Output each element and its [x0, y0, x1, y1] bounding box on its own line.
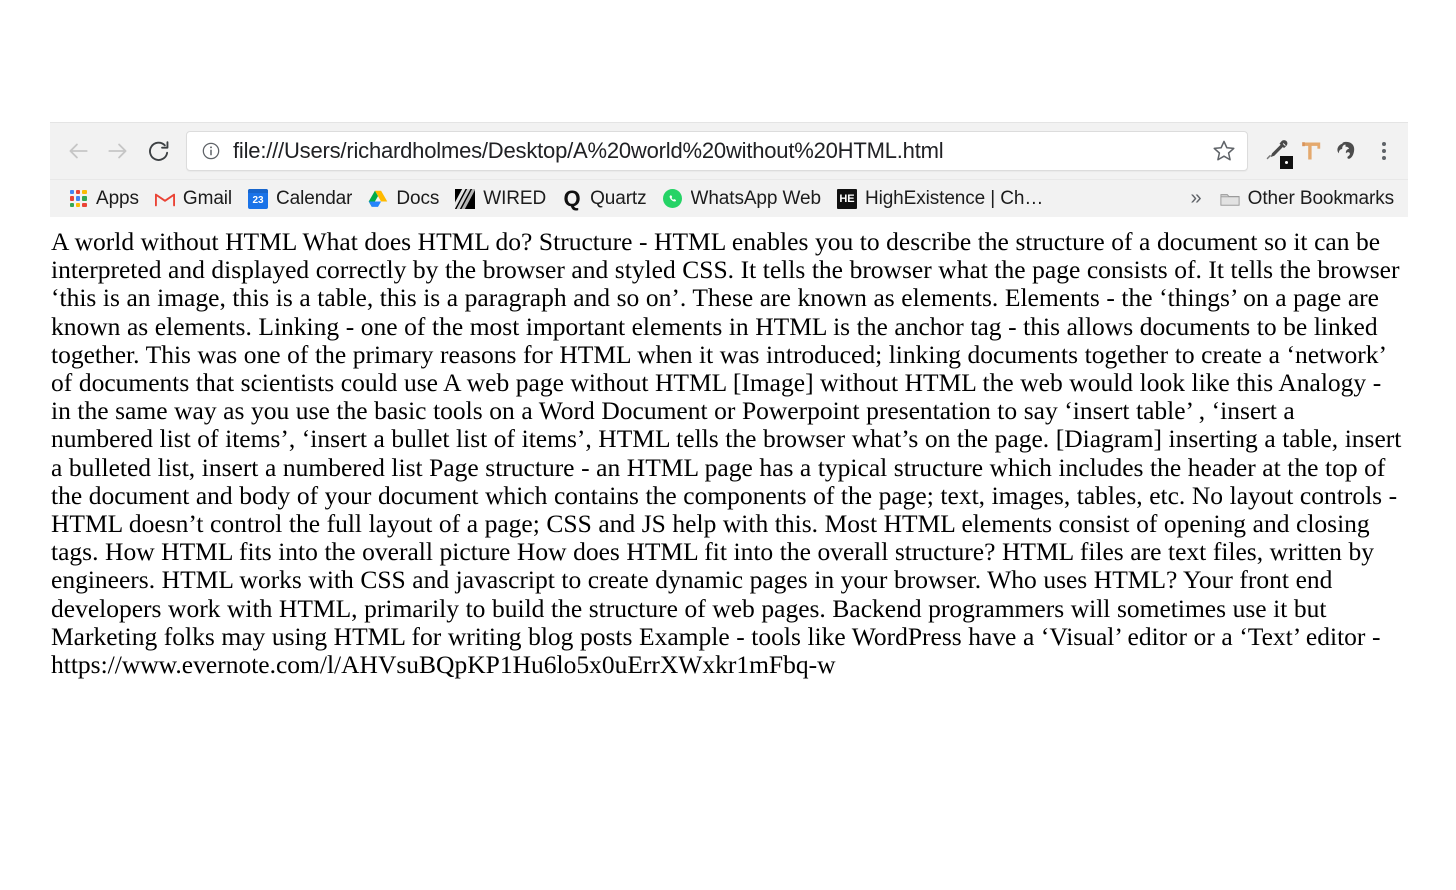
- bookmark-label: Docs: [396, 187, 440, 209]
- back-arrow-icon: [69, 143, 88, 159]
- reload-icon: [148, 140, 168, 161]
- whatsapp-icon: [663, 189, 683, 209]
- url-text[interactable]: file:///Users/richardholmes/Desktop/A%20…: [233, 138, 1203, 164]
- wired-icon: [455, 188, 476, 209]
- google-drive-icon: [368, 189, 388, 209]
- other-bookmarks-folder[interactable]: Other Bookmarks: [1212, 185, 1402, 213]
- back-button[interactable]: [58, 131, 98, 171]
- bookmark-label: Calendar: [276, 187, 353, 209]
- bookmark-quartz[interactable]: Q Quartz: [554, 185, 654, 213]
- evernote-elephant-icon: [1337, 141, 1355, 159]
- apps-grid-icon: [68, 189, 88, 209]
- browser-chrome: file:///Users/richardholmes/Desktop/A%20…: [50, 122, 1408, 217]
- bookmarks-bar: Apps Gmail 23 Calendar Docs WIRED Q Quar…: [50, 179, 1408, 217]
- extension-icons: [1258, 131, 1408, 171]
- highexistence-initials: HE: [836, 188, 857, 209]
- chrome-menu-button[interactable]: [1366, 131, 1402, 171]
- bookmarks-overflow-button[interactable]: »: [1185, 187, 1212, 210]
- gmail-icon: [154, 189, 175, 209]
- browser-toolbar: file:///Users/richardholmes/Desktop/A%20…: [50, 123, 1408, 179]
- eyedropper-swatch-badge: [1280, 156, 1293, 169]
- google-calendar-icon: 23: [248, 188, 269, 209]
- page-viewport: A world without HTML What does HTML do? …: [50, 222, 1408, 680]
- bookmark-whatsapp-web[interactable]: WhatsApp Web: [655, 185, 829, 213]
- reload-button[interactable]: [138, 131, 178, 171]
- quartz-icon: Q: [562, 185, 582, 211]
- folder-icon: [1220, 189, 1240, 209]
- highexistence-icon: HE: [836, 188, 857, 209]
- bookmark-gmail[interactable]: Gmail: [147, 185, 240, 213]
- address-bar[interactable]: file:///Users/richardholmes/Desktop/A%20…: [186, 131, 1248, 171]
- bookmark-apps[interactable]: Apps: [60, 185, 147, 213]
- crane-icon: [1302, 142, 1321, 160]
- bookmark-label: WhatsApp Web: [690, 187, 821, 209]
- bookmark-docs[interactable]: Docs: [360, 185, 447, 213]
- calendar-day-number: 23: [252, 194, 264, 206]
- bookmark-wired[interactable]: WIRED: [447, 185, 554, 213]
- bookmark-highexistence[interactable]: HE HighExistence | Ch…: [829, 185, 1051, 213]
- forward-button[interactable]: [98, 131, 138, 171]
- evernote-extension-button[interactable]: [1330, 131, 1366, 171]
- document-body-text: A world without HTML What does HTML do? …: [51, 227, 1402, 680]
- star-outline-icon[interactable]: [1211, 138, 1237, 164]
- bookmark-label: HighExistence | Ch…: [864, 187, 1044, 209]
- crane-extension-button[interactable]: [1294, 131, 1330, 171]
- bookmark-label: Quartz: [590, 187, 647, 209]
- bookmark-label: WIRED: [483, 187, 547, 209]
- three-dot-menu-icon: [1382, 142, 1386, 160]
- info-circle-icon[interactable]: [201, 141, 221, 161]
- quartz-letter: Q: [563, 185, 581, 211]
- other-bookmarks-label: Other Bookmarks: [1247, 187, 1394, 209]
- eyedropper-extension-button[interactable]: [1258, 131, 1294, 171]
- bookmark-label: Apps: [96, 187, 139, 209]
- forward-arrow-icon: [108, 143, 127, 159]
- bookmark-calendar[interactable]: 23 Calendar: [240, 185, 360, 213]
- bookmark-label: Gmail: [182, 187, 233, 209]
